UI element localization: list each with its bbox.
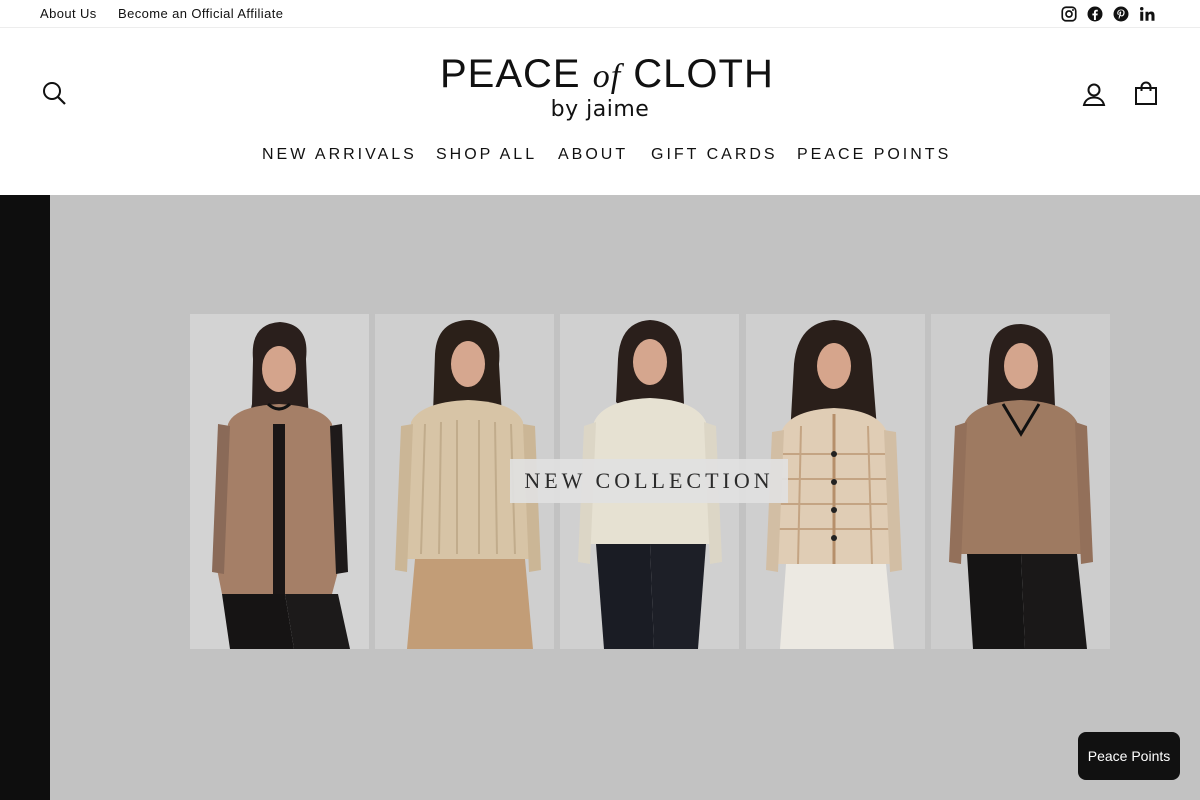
account-icon[interactable] xyxy=(1080,80,1108,108)
utility-bar: About Us Become an Official Affiliate xyxy=(0,0,1200,28)
model-photo-5 xyxy=(931,314,1110,649)
nav-new-arrivals[interactable]: NEW ARRIVALS xyxy=(262,146,417,164)
affiliate-link[interactable]: Become an Official Affiliate xyxy=(118,6,283,21)
nav-peace-points[interactable]: PEACE POINTS xyxy=(797,146,951,164)
facebook-icon[interactable] xyxy=(1086,5,1104,23)
site-header: PEACE of CLOTH by jaime NEW ARRIVALS SHO… xyxy=(0,28,1200,195)
pinterest-icon[interactable] xyxy=(1112,5,1130,23)
nav-gift-cards[interactable]: GIFT CARDS xyxy=(651,146,778,164)
logo-subtitle: by jaime xyxy=(550,97,650,122)
instagram-icon[interactable] xyxy=(1060,5,1078,23)
model-photo-1 xyxy=(190,314,369,649)
about-us-link[interactable]: About Us xyxy=(40,6,97,21)
main-navigation: NEW ARRIVALS SHOP ALL ABOUT GIFT CARDS P… xyxy=(0,146,1200,168)
hero-left-edge xyxy=(0,195,50,800)
peace-points-button[interactable]: Peace Points xyxy=(1078,732,1180,780)
nav-shop-all[interactable]: SHOP ALL xyxy=(436,146,537,164)
site-logo[interactable]: PEACE of CLOTH by jaime xyxy=(440,52,774,128)
search-icon[interactable] xyxy=(40,79,68,107)
logo-wordmark: PEACE of CLOTH xyxy=(440,52,774,96)
hero-banner[interactable]: NEW COLLECTION Peace Points xyxy=(0,195,1200,800)
new-collection-label: NEW COLLECTION xyxy=(510,459,788,503)
nav-about[interactable]: ABOUT xyxy=(558,146,628,164)
social-links xyxy=(1060,5,1156,23)
cart-icon[interactable] xyxy=(1132,79,1160,107)
linkedin-icon[interactable] xyxy=(1138,5,1156,23)
